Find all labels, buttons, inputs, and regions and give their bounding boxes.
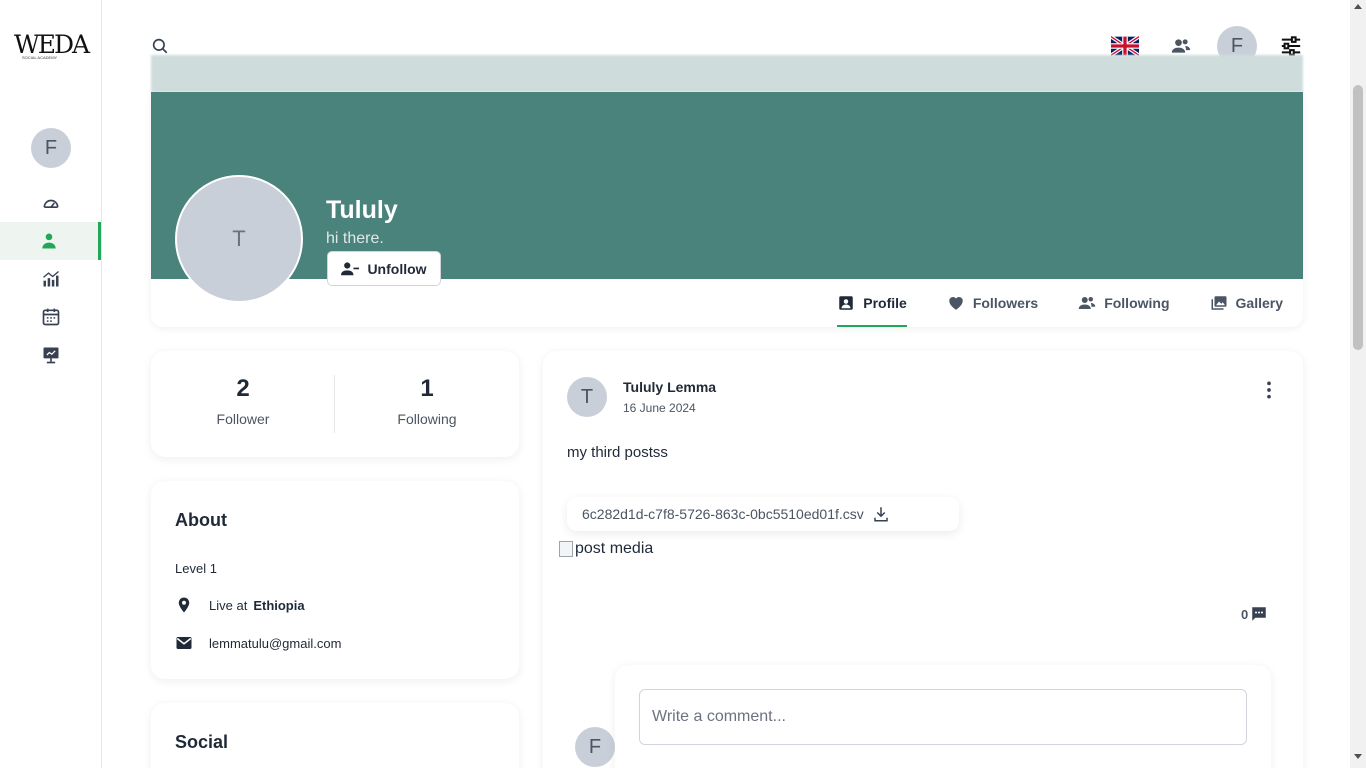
app-logo[interactable]: WEDA SOCIAL ACADEMY xyxy=(14,30,90,60)
commenter-initial: F xyxy=(588,736,602,758)
post-date: 16 June 2024 xyxy=(623,401,696,415)
attachment-chip[interactable]: 6c282d1d-c7f8-5726-863c-0bc5510ed01f.csv xyxy=(567,497,959,531)
sidebar-item-calendar[interactable] xyxy=(0,298,101,336)
tab-followers[interactable]: Followers xyxy=(927,279,1058,327)
mail-icon xyxy=(176,637,192,649)
scrollbar-thumb[interactable] xyxy=(1353,85,1363,350)
scroll-up-arrow-icon[interactable] xyxy=(1354,4,1362,9)
chart-icon xyxy=(42,270,59,287)
sidebar-avatar-initial: F xyxy=(44,137,58,159)
post-author-name[interactable]: Tululy Lemma xyxy=(623,379,716,395)
following-label: Following xyxy=(397,411,457,427)
post-media-alt: post media xyxy=(575,540,654,557)
cover-banner xyxy=(151,92,1303,279)
unfollow-label: Unfollow xyxy=(367,260,427,277)
gallery-icon xyxy=(1211,296,1227,310)
user-icon xyxy=(42,233,56,249)
tab-following[interactable]: Following xyxy=(1058,279,1189,327)
tab-label: Gallery xyxy=(1235,295,1283,311)
logo-subtext: SOCIAL ACADEMY xyxy=(22,55,58,60)
profile-tabs: Profile Followers Following Gallery xyxy=(817,279,1303,327)
profile-header-card: T Tululy hi there. Unfollow Profile Foll… xyxy=(151,92,1303,327)
search-icon[interactable] xyxy=(151,37,169,55)
profile-name: Tululy xyxy=(326,196,398,224)
people-icon xyxy=(1078,297,1096,309)
post-media: post media xyxy=(559,540,653,558)
sliders-icon[interactable] xyxy=(1280,35,1302,57)
presentation-icon xyxy=(43,347,58,364)
user-minus-icon xyxy=(341,261,360,275)
comment-box xyxy=(615,665,1271,768)
profile-avatar-initial: T xyxy=(232,226,246,251)
follower-label: Follower xyxy=(216,411,270,427)
broken-image-icon xyxy=(559,541,573,557)
tab-label: Following xyxy=(1104,295,1170,311)
profile-avatar: T xyxy=(175,175,303,303)
post-card: T Tululy Lemma 16 June 2024 my third pos… xyxy=(543,351,1303,768)
follower-stat[interactable]: 2 Follower xyxy=(151,375,335,427)
contact-card-icon xyxy=(839,296,853,310)
tab-profile[interactable]: Profile xyxy=(817,279,927,327)
attachment-file-name: 6c282d1d-c7f8-5726-863c-0bc5510ed01f.csv xyxy=(582,506,864,522)
location-value: Ethiopia xyxy=(253,597,305,613)
follower-count: 2 xyxy=(236,375,250,402)
email-value: lemmatulu@gmail.com xyxy=(209,635,342,651)
tab-label: Profile xyxy=(863,295,907,311)
following-stat[interactable]: 1 Following xyxy=(335,375,519,427)
commenter-avatar: F xyxy=(575,727,615,767)
post-author-initial: T xyxy=(580,386,594,408)
tab-label: Followers xyxy=(972,295,1039,311)
profile-bio: hi there. xyxy=(326,230,384,247)
uk-flag-icon[interactable] xyxy=(1111,36,1139,56)
location-pin-icon xyxy=(178,597,190,613)
user-avatar-initial: F xyxy=(1230,35,1244,57)
heart-icon xyxy=(949,297,963,310)
sidebar-item-profile[interactable] xyxy=(0,222,101,260)
about-title: About xyxy=(175,510,227,530)
calendar-icon xyxy=(42,308,59,326)
gauge-icon xyxy=(43,199,58,208)
sidebar-item-analytics[interactable] xyxy=(0,260,101,298)
user-level: Level 1 xyxy=(175,561,217,576)
comment-input[interactable] xyxy=(639,689,1247,745)
follow-stats-card: 2 Follower 1 Following xyxy=(151,351,519,457)
people-icon[interactable] xyxy=(1170,36,1192,56)
sidebar: WEDA SOCIAL ACADEMY F xyxy=(0,0,102,768)
social-title: Social xyxy=(175,732,229,752)
sidebar-avatar[interactable]: F xyxy=(31,128,71,168)
comment-count: 0 xyxy=(1241,606,1249,622)
page-scrollbar[interactable] xyxy=(1350,0,1366,768)
location-prefix: Live at xyxy=(209,597,248,613)
comment-icon xyxy=(1252,607,1266,621)
email-row: lemmatulu@gmail.com xyxy=(175,634,341,652)
following-count: 1 xyxy=(420,375,434,402)
download-icon[interactable] xyxy=(872,505,890,523)
more-vertical-icon[interactable] xyxy=(1259,380,1279,400)
unfollow-button[interactable]: Unfollow xyxy=(327,251,441,286)
comment-count-button[interactable]: 0 xyxy=(1241,605,1268,623)
post-text: my third postss xyxy=(567,444,668,461)
post-author-avatar[interactable]: T xyxy=(567,377,607,417)
scroll-down-arrow-icon[interactable] xyxy=(1354,754,1362,759)
sidebar-item-presentation[interactable] xyxy=(0,336,101,374)
cover-fade xyxy=(151,55,1303,92)
social-card: Social xyxy=(151,703,519,768)
location-row: Live at Ethiopia xyxy=(175,596,305,614)
tab-gallery[interactable]: Gallery xyxy=(1190,279,1303,327)
sidebar-item-dashboard[interactable] xyxy=(0,184,101,222)
about-card: About Level 1 Live at Ethiopia lemmatulu@… xyxy=(151,481,519,679)
